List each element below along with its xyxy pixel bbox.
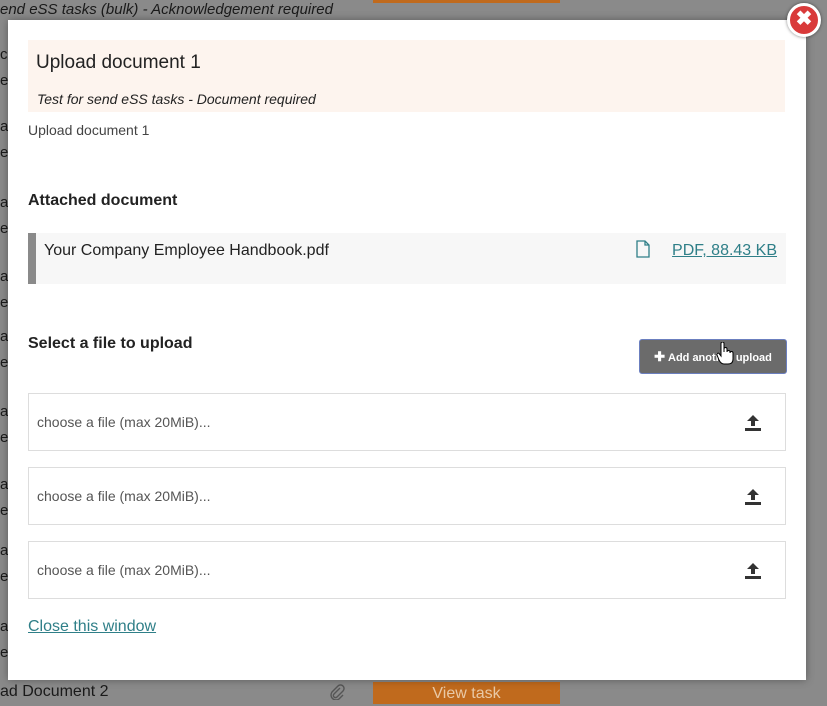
- hand-cursor-icon: [716, 341, 734, 366]
- upload-icon[interactable]: [743, 561, 763, 581]
- download-document-link[interactable]: PDF, 88.43 KB: [672, 242, 777, 260]
- background-document-title: ad Document 2: [0, 683, 109, 700]
- modal-subtitle: Test for send eSS tasks - Document requi…: [37, 91, 316, 107]
- attached-document-row: Your Company Employee Handbook.pdf PDF, …: [28, 233, 786, 284]
- file-upload-placeholder: choose a file (max 20MiB)...: [37, 414, 211, 430]
- background-button-edge: [373, 0, 560, 3]
- task-description: Upload document 1: [28, 122, 150, 138]
- upload-icon[interactable]: [743, 487, 763, 507]
- document-icon[interactable]: [636, 240, 654, 260]
- add-another-upload-button[interactable]: ✚ Add another upload: [639, 339, 787, 374]
- attached-document-heading: Attached document: [28, 192, 178, 209]
- file-upload-field[interactable]: choose a file (max 20MiB)...: [28, 467, 786, 525]
- file-upload-field[interactable]: choose a file (max 20MiB)...: [28, 393, 786, 451]
- close-icon[interactable]: ✖: [787, 3, 821, 37]
- attached-file-name: Your Company Employee Handbook.pdf: [44, 242, 329, 259]
- file-upload-placeholder: choose a file (max 20MiB)...: [37, 562, 211, 578]
- paperclip-icon: [329, 684, 345, 705]
- select-file-heading: Select a file to upload: [28, 335, 193, 352]
- upload-icon[interactable]: [743, 413, 763, 433]
- file-upload-placeholder: choose a file (max 20MiB)...: [37, 488, 211, 504]
- file-upload-field[interactable]: choose a file (max 20MiB)...: [28, 541, 786, 599]
- modal-header: Upload document 1 Test for send eSS task…: [28, 40, 785, 112]
- modal-title: Upload document 1: [36, 52, 201, 73]
- bg-fragment: c: [0, 46, 8, 63]
- close-window-link[interactable]: Close this window: [28, 618, 156, 636]
- background-task-title: end eSS tasks (bulk) - Acknowledgement r…: [0, 1, 333, 18]
- view-task-button: View task: [373, 682, 560, 704]
- plus-icon: ✚: [654, 349, 665, 364]
- upload-modal: Upload document 1 Test for send eSS task…: [8, 20, 806, 680]
